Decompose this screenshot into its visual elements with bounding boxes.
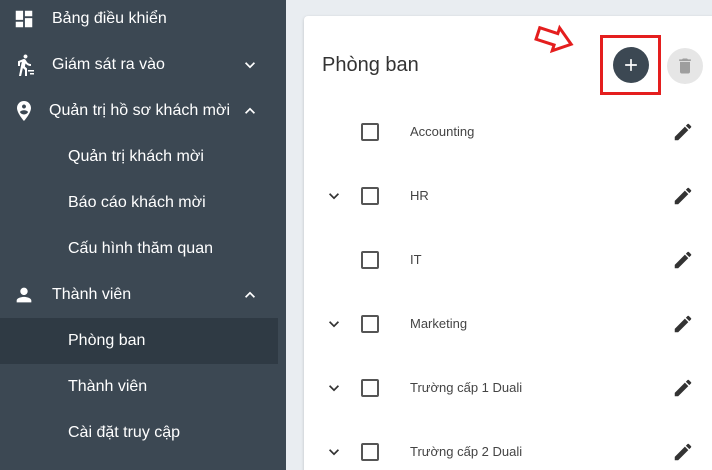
sidebar-item-label: Quản trị khách mời [68,148,204,165]
chevron-down-icon[interactable] [324,314,344,334]
sidebar-item-departments[interactable]: Phòng ban [0,318,278,364]
chevron-down-icon[interactable] [324,186,344,206]
edit-icon[interactable] [672,441,694,463]
sidebar-item-label: Giám sát ra vào [52,56,165,73]
chevron-up-icon [245,107,255,114]
sidebar-item-label: Bảng điều khiển [52,10,167,27]
table-row: Trường cấp 2 Duali [304,432,712,470]
sidebar-item-members[interactable]: Thành viên [0,272,278,318]
pointer-arrow-icon [534,24,574,54]
app: Bảng điều khiển Giám sát ra vào Quản trị… [0,0,712,470]
chevron-down-icon[interactable] [324,442,344,462]
sidebar-item-label: Quản trị hồ sơ khách mời [49,102,231,119]
sidebar-item-dashboard[interactable]: Bảng điều khiển [0,0,278,42]
edit-icon[interactable] [672,313,694,335]
sidebar-item-guest-management[interactable]: Quản trị khách mời [0,134,278,180]
sidebar-item-label: Thành viên [68,378,148,395]
plus-icon [625,59,637,71]
table-row: IT [304,240,712,280]
delete-department-button[interactable] [667,48,703,84]
sidebar-item-label: Báo cáo khách mời [68,194,206,211]
sidebar-item-guest-report[interactable]: Báo cáo khách mời [0,180,278,226]
sidebar-item-access-monitoring[interactable]: Giám sát ra vào [0,42,278,88]
person-icon [12,283,36,307]
department-name: Marketing [410,316,468,331]
sidebar-item-visit-config[interactable]: Cấu hình thăm quan [0,226,278,272]
sidebar-item-guest-profiles[interactable]: Quản trị hồ sơ khách mời [0,88,278,134]
page-title: Phòng ban [322,54,419,76]
walk-icon [12,53,36,77]
add-department-button[interactable] [613,47,649,83]
row-checkbox[interactable] [361,251,379,269]
table-row: HR [304,176,712,216]
sidebar-item-access-settings[interactable]: Cài đặt truy cập [0,410,278,456]
department-name: Trường cấp 1 Duali [410,380,523,395]
row-checkbox[interactable] [361,187,379,205]
dashboard-icon [12,7,36,31]
chevron-down-icon [245,62,255,69]
department-name: Trường cấp 2 Duali [410,444,523,459]
sidebar-item-member-list[interactable]: Thành viên [0,364,278,410]
edit-icon[interactable] [672,185,694,207]
chevron-down-icon[interactable] [324,378,344,398]
location-pin-icon [12,99,36,123]
row-checkbox[interactable] [361,379,379,397]
department-name: IT [410,252,422,267]
department-name: Accounting [410,124,475,139]
chevron-up-icon [245,291,255,298]
sidebar: Bảng điều khiển Giám sát ra vào Quản trị… [0,0,286,470]
departments-card: Phòng ban Accounting HR IT Marketing Trư… [304,16,712,470]
edit-icon[interactable] [672,249,694,271]
sidebar-item-label: Cài đặt truy cập [68,424,181,441]
table-row: Marketing [304,304,712,344]
department-name: HR [410,188,429,203]
sidebar-item-label: Thành viên [52,286,132,303]
table-row: Trường cấp 1 Duali [304,368,712,408]
edit-icon[interactable] [672,121,694,143]
row-checkbox[interactable] [361,443,379,461]
table-row: Accounting [304,112,712,152]
row-checkbox[interactable] [361,315,379,333]
trash-icon [679,58,691,74]
sidebar-item-label: Cấu hình thăm quan [68,240,213,257]
row-checkbox[interactable] [361,123,379,141]
sidebar-item-label: Phòng ban [68,332,146,349]
edit-icon[interactable] [672,377,694,399]
